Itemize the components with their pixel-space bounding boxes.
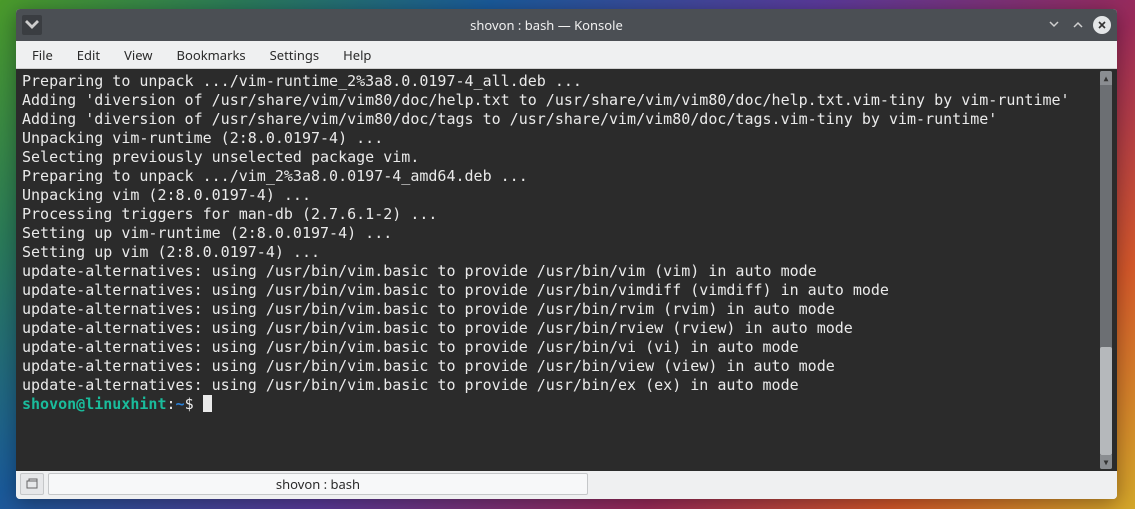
- window-titlebar[interactable]: shovon : bash — Konsole: [16, 9, 1117, 41]
- prompt-user-host: shovon@linuxhint: [22, 395, 167, 413]
- terminal-cursor: [203, 395, 212, 412]
- maximize-button[interactable]: [1069, 16, 1087, 34]
- window-title: shovon : bash — Konsole: [48, 16, 1045, 34]
- scrollbar-down-button[interactable]: ▼: [1100, 455, 1112, 469]
- scrollbar-up-button[interactable]: ▲: [1100, 71, 1112, 85]
- minimize-button[interactable]: [1045, 16, 1063, 34]
- menubar: File Edit View Bookmarks Settings Help: [16, 41, 1117, 69]
- tabbar: shovon : bash: [16, 471, 1117, 499]
- menu-file[interactable]: File: [20, 42, 65, 68]
- menu-edit[interactable]: Edit: [65, 42, 112, 68]
- titlebar-menu-icon[interactable]: [22, 15, 42, 35]
- close-button[interactable]: [1093, 16, 1111, 34]
- terminal-container: Preparing to unpack .../vim-runtime_2%3a…: [16, 69, 1117, 471]
- menu-bookmarks[interactable]: Bookmarks: [165, 42, 258, 68]
- tab-label: shovon : bash: [276, 475, 360, 493]
- new-tab-button[interactable]: [20, 473, 44, 495]
- menu-help[interactable]: Help: [331, 42, 383, 68]
- prompt-symbol: $: [185, 395, 203, 413]
- menu-settings[interactable]: Settings: [258, 42, 331, 68]
- prompt-path: ~: [176, 395, 185, 413]
- konsole-window: shovon : bash — Konsole File Edit View B…: [16, 9, 1117, 499]
- scrollbar-thumb[interactable]: [1100, 347, 1112, 455]
- menu-view[interactable]: View: [112, 42, 164, 68]
- terminal[interactable]: Preparing to unpack .../vim-runtime_2%3a…: [20, 71, 1113, 469]
- terminal-tab[interactable]: shovon : bash: [48, 473, 588, 495]
- terminal-scrollbar[interactable]: ▲▼: [1099, 71, 1113, 469]
- window-controls: [1045, 16, 1111, 34]
